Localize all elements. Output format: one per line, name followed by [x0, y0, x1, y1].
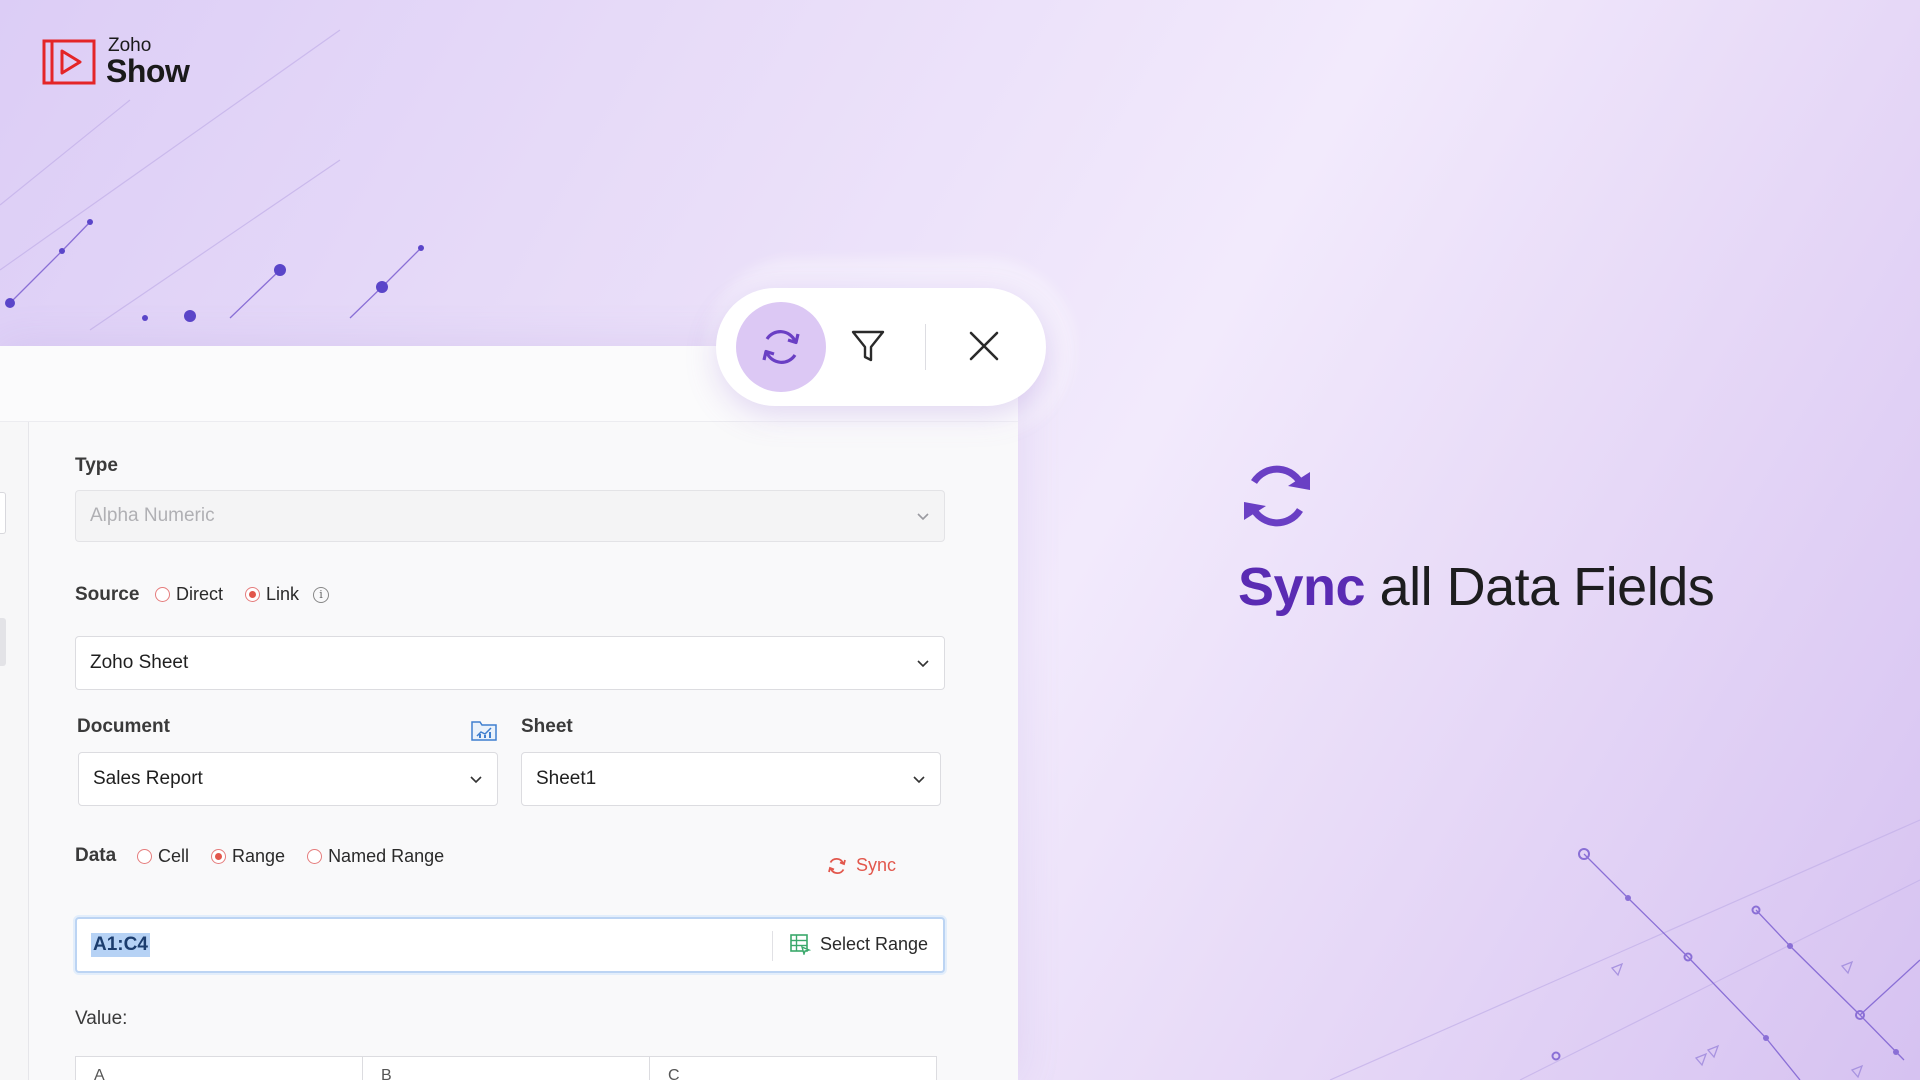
- range-input-value: A1:C4: [91, 933, 150, 957]
- info-icon[interactable]: i: [313, 586, 330, 603]
- headline-rest: all Data Fields: [1365, 557, 1715, 617]
- radio-label: Direct: [176, 584, 224, 604]
- sync-link[interactable]: Sync: [826, 855, 896, 876]
- range-input[interactable]: A1:C4 Select Range: [75, 917, 945, 973]
- source-radio-group: Direct Link i: [155, 584, 330, 605]
- data-radio-cell[interactable]: Cell: [137, 846, 189, 867]
- type-select-value: Alpha Numeric: [90, 505, 215, 526]
- radio-circle-selected: [211, 849, 227, 864]
- sheet-label: Sheet: [521, 716, 573, 737]
- value-column-b: B: [363, 1057, 650, 1080]
- range-separator: [772, 931, 773, 961]
- document-select[interactable]: Sales Report: [78, 752, 498, 806]
- close-icon: [969, 331, 999, 361]
- radio-label: Cell: [158, 846, 190, 866]
- source-app-select[interactable]: Zoho Sheet: [75, 636, 945, 690]
- source-radio-link[interactable]: Link: [245, 584, 299, 605]
- data-label: Data: [75, 845, 117, 866]
- table-select-icon: [790, 934, 811, 955]
- toolbar-sync-button[interactable]: [736, 302, 826, 392]
- radio-circle: [307, 849, 323, 864]
- radio-circle-selected: [245, 587, 261, 602]
- zoho-show-logo: Zoho Show: [40, 36, 190, 89]
- document-select-value: Sales Report: [93, 768, 203, 789]
- headline-accent: Sync: [1238, 557, 1366, 617]
- document-label: Document: [77, 716, 170, 737]
- sync-link-label: Sync: [856, 855, 897, 875]
- type-label: Type: [75, 455, 118, 476]
- chevron-down-icon: [917, 660, 929, 668]
- source-app-value: Zoho Sheet: [90, 652, 189, 673]
- radio-label: Link: [266, 584, 300, 604]
- value-column-c: C: [668, 1067, 680, 1080]
- hero-sync-icon: [1244, 465, 1310, 527]
- value-column-a: A: [76, 1057, 363, 1080]
- floating-toolbar: [716, 288, 1046, 406]
- chevron-down-icon: [470, 776, 482, 784]
- sheet-select-value: Sheet1: [536, 768, 597, 789]
- source-label: Source: [75, 584, 140, 605]
- sync-icon: [762, 330, 800, 364]
- value-table: A B C: [75, 1056, 937, 1080]
- strip-tab-active[interactable]: [0, 618, 6, 666]
- strip-tab[interactable]: [0, 492, 6, 534]
- toolbar-divider: [925, 324, 926, 370]
- radio-circle: [137, 849, 152, 864]
- radio-label: Range: [232, 846, 286, 866]
- toolbar-close-button[interactable]: [962, 324, 1006, 368]
- document-picker-icon[interactable]: [470, 718, 498, 742]
- data-radio-group: Cell Range Named Range: [137, 846, 466, 867]
- sync-icon: [828, 857, 846, 874]
- select-range-button[interactable]: Select Range: [789, 933, 928, 955]
- value-label: Value:: [75, 1008, 128, 1029]
- radio-label: Named Range: [328, 846, 445, 866]
- data-radio-range[interactable]: Range: [211, 846, 285, 867]
- type-select[interactable]: Alpha Numeric: [75, 490, 945, 542]
- select-range-label: Select Range: [820, 933, 929, 954]
- radio-circle: [155, 587, 170, 602]
- chevron-down-icon: [917, 513, 929, 521]
- chevron-down-icon: [913, 776, 925, 784]
- data-radio-named-range[interactable]: Named Range: [307, 846, 444, 867]
- source-radio-direct[interactable]: Direct: [155, 584, 223, 605]
- sheet-select[interactable]: Sheet1: [521, 752, 941, 806]
- play-logo-icon: [42, 39, 96, 84]
- hero-headline: Sync all Data Fields: [1238, 556, 1715, 618]
- toolbar-filter-button[interactable]: [846, 324, 890, 368]
- filter-icon: [851, 330, 885, 362]
- logo-brand-big: Show: [106, 53, 190, 89]
- panel-left-strip: [0, 422, 29, 1080]
